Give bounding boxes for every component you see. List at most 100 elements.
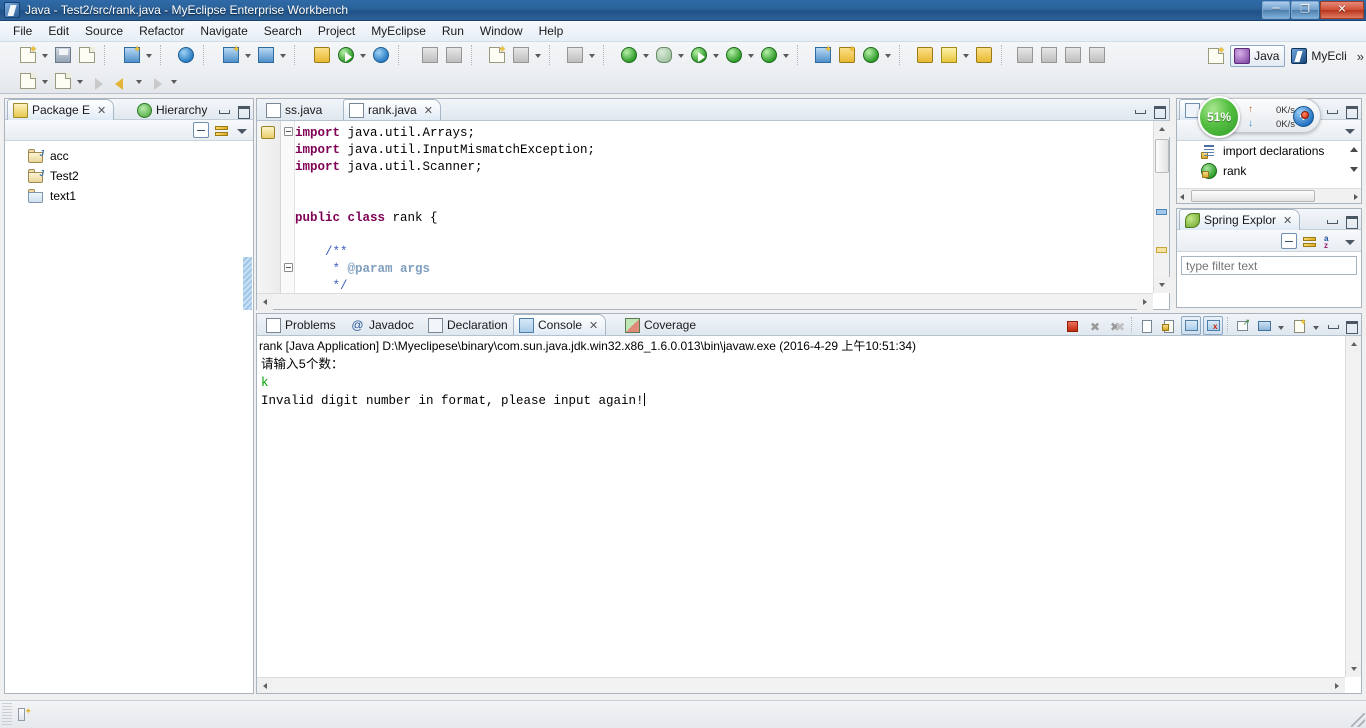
outline-scroll-down-button[interactable] bbox=[1347, 163, 1360, 177]
next-annotation-dropdown[interactable] bbox=[75, 70, 86, 92]
run-button[interactable] bbox=[688, 44, 710, 66]
external-tools-button[interactable] bbox=[618, 44, 640, 66]
display-selected-console-button[interactable] bbox=[1254, 316, 1274, 335]
spring-collapse-all-button[interactable] bbox=[1281, 232, 1297, 249]
open-type-hierarchy-dropdown[interactable] bbox=[40, 70, 51, 92]
perspective-java[interactable]: Java bbox=[1230, 45, 1286, 67]
web-2-button[interactable] bbox=[175, 44, 197, 66]
deploy-button[interactable] bbox=[311, 44, 333, 66]
forward-button[interactable] bbox=[146, 70, 168, 92]
perspective-myeclipse[interactable]: MyEcli bbox=[1287, 45, 1352, 67]
menu-project[interactable]: Project bbox=[310, 22, 363, 40]
new-report-button[interactable]: ✦ bbox=[486, 44, 508, 66]
run-server-button[interactable] bbox=[335, 44, 357, 66]
outline-maximize-button[interactable] bbox=[1342, 102, 1358, 119]
snapshot-dropdown[interactable] bbox=[587, 44, 598, 66]
network-monitor-widget[interactable]: 51% ↑ 0K/s ↓ 0K/s + bbox=[1198, 96, 1321, 138]
run-history-button[interactable] bbox=[723, 44, 745, 66]
outline-horizontal-scrollbar[interactable] bbox=[1177, 188, 1361, 203]
external-tools-dropdown[interactable] bbox=[641, 44, 652, 66]
pin-console-button[interactable]: ↗ bbox=[1232, 316, 1252, 335]
console-resize-handle[interactable] bbox=[256, 306, 1362, 311]
editor-tab-ss[interactable]: ss.java bbox=[260, 99, 330, 120]
print-button[interactable] bbox=[76, 44, 98, 66]
new-wizard-button[interactable]: ✦ bbox=[17, 44, 39, 66]
run-server-dropdown[interactable] bbox=[358, 44, 369, 66]
cpu-usage-indicator[interactable]: 51% bbox=[1198, 96, 1240, 138]
perspective-overflow-icon[interactable]: » bbox=[1357, 49, 1364, 64]
tab-spring-explorer[interactable]: Spring Explor ✕ bbox=[1179, 209, 1301, 230]
menu-file[interactable]: File bbox=[5, 22, 40, 40]
new-package-button[interactable]: ✦ bbox=[836, 44, 858, 66]
quick-fix-dropdown[interactable] bbox=[961, 44, 972, 66]
debug-dropdown[interactable] bbox=[676, 44, 687, 66]
tab-coverage[interactable]: Coverage bbox=[619, 314, 704, 335]
minimize-button[interactable]: – bbox=[1262, 1, 1290, 19]
console-output-text[interactable]: 请输入5个数： k Invalid digit number in format, … bbox=[261, 356, 1343, 675]
menu-help[interactable]: Help bbox=[531, 22, 572, 40]
run-dropdown[interactable] bbox=[711, 44, 722, 66]
open-folder-button[interactable] bbox=[419, 44, 441, 66]
toggle-mark-occurrences-button[interactable] bbox=[1038, 44, 1060, 66]
debug-button[interactable] bbox=[653, 44, 675, 66]
tree-item-project[interactable]: J acc bbox=[5, 146, 253, 166]
package-explorer-maximize-button[interactable] bbox=[234, 102, 250, 119]
menu-refactor[interactable]: Refactor bbox=[131, 22, 192, 40]
open-type-dropdown[interactable] bbox=[278, 44, 289, 66]
console-scroll-up-button[interactable] bbox=[1346, 336, 1361, 352]
tab-declaration[interactable]: Declaration bbox=[422, 314, 516, 335]
outline-item[interactable]: import declarations bbox=[1177, 141, 1361, 161]
network-add-button[interactable]: + bbox=[1293, 106, 1314, 127]
run-last-tool-button[interactable] bbox=[758, 44, 780, 66]
open-task-button[interactable] bbox=[973, 44, 995, 66]
forward-dropdown[interactable] bbox=[169, 70, 180, 92]
scroll-lock-button[interactable] bbox=[1159, 316, 1179, 335]
window-resize-grip[interactable] bbox=[1351, 713, 1365, 727]
spring-link-with-editor-button[interactable] bbox=[1301, 233, 1317, 249]
menu-source[interactable]: Source bbox=[77, 22, 131, 40]
quick-fix-button[interactable] bbox=[938, 44, 960, 66]
editor-scroll-up-button[interactable] bbox=[1154, 121, 1170, 137]
tab-spring-explorer-close-icon[interactable]: ✕ bbox=[1283, 214, 1292, 227]
outline-view-menu-button[interactable] bbox=[1341, 122, 1357, 138]
package-explorer-minimize-button[interactable] bbox=[215, 102, 231, 118]
fold-toggle-icon[interactable] bbox=[284, 263, 293, 272]
target-button[interactable] bbox=[860, 44, 882, 66]
editor-gutter[interactable] bbox=[257, 121, 281, 309]
console-horizontal-scrollbar[interactable] bbox=[257, 677, 1345, 693]
editor-scroll-down-button[interactable] bbox=[1154, 277, 1170, 293]
console-minimize-button[interactable] bbox=[1324, 317, 1340, 333]
tree-item-project[interactable]: text1 bbox=[5, 186, 253, 206]
maximize-button[interactable]: ❐ bbox=[1291, 1, 1319, 19]
toggle-block-selection-button[interactable] bbox=[1062, 44, 1084, 66]
spring-explorer-minimize-button[interactable] bbox=[1323, 212, 1339, 228]
tab-console-close-icon[interactable]: ✕ bbox=[589, 319, 598, 332]
tab-javadoc[interactable]: @ Javadoc bbox=[344, 314, 422, 335]
back-button[interactable] bbox=[111, 70, 133, 92]
save-button[interactable] bbox=[52, 44, 74, 66]
tab-problems[interactable]: Problems bbox=[260, 314, 344, 335]
editor-text-area[interactable]: import java.util.Arrays; import java.util… bbox=[243, 121, 1170, 310]
console-maximize-button[interactable] bbox=[1342, 317, 1358, 334]
tab-hierarchy[interactable]: Hierarchy bbox=[131, 99, 215, 120]
editor-scroll-thumb[interactable] bbox=[1155, 139, 1169, 173]
open-console-dropdown[interactable] bbox=[1311, 316, 1322, 335]
new-java-package-button[interactable]: ✦ bbox=[121, 44, 143, 66]
console-scroll-down-button[interactable] bbox=[1346, 661, 1361, 677]
display-selected-console-dropdown[interactable] bbox=[1276, 316, 1287, 335]
spring-filter-input[interactable] bbox=[1181, 256, 1357, 275]
new-wizard-blue-button[interactable]: ✦ bbox=[220, 44, 242, 66]
editor-minimize-button[interactable] bbox=[1131, 102, 1147, 118]
fold-toggle-icon[interactable] bbox=[284, 127, 293, 136]
open-browser-button[interactable] bbox=[370, 44, 392, 66]
tree-item-project[interactable]: J Test2 bbox=[5, 166, 253, 186]
console-output-area[interactable]: rank [Java Application] D:\Myeclipese\bi… bbox=[257, 336, 1361, 693]
open-resource-button[interactable] bbox=[914, 44, 936, 66]
menu-run[interactable]: Run bbox=[434, 22, 472, 40]
open-type-hierarchy-button[interactable] bbox=[17, 70, 39, 92]
package-explorer-tree[interactable]: J acc J Test2 text1 bbox=[5, 141, 253, 693]
tab-package-explorer[interactable]: Package E ✕ bbox=[7, 99, 115, 120]
pin-editor-button[interactable] bbox=[1014, 44, 1036, 66]
refresh-button[interactable] bbox=[443, 44, 465, 66]
target-dropdown[interactable] bbox=[883, 44, 894, 66]
